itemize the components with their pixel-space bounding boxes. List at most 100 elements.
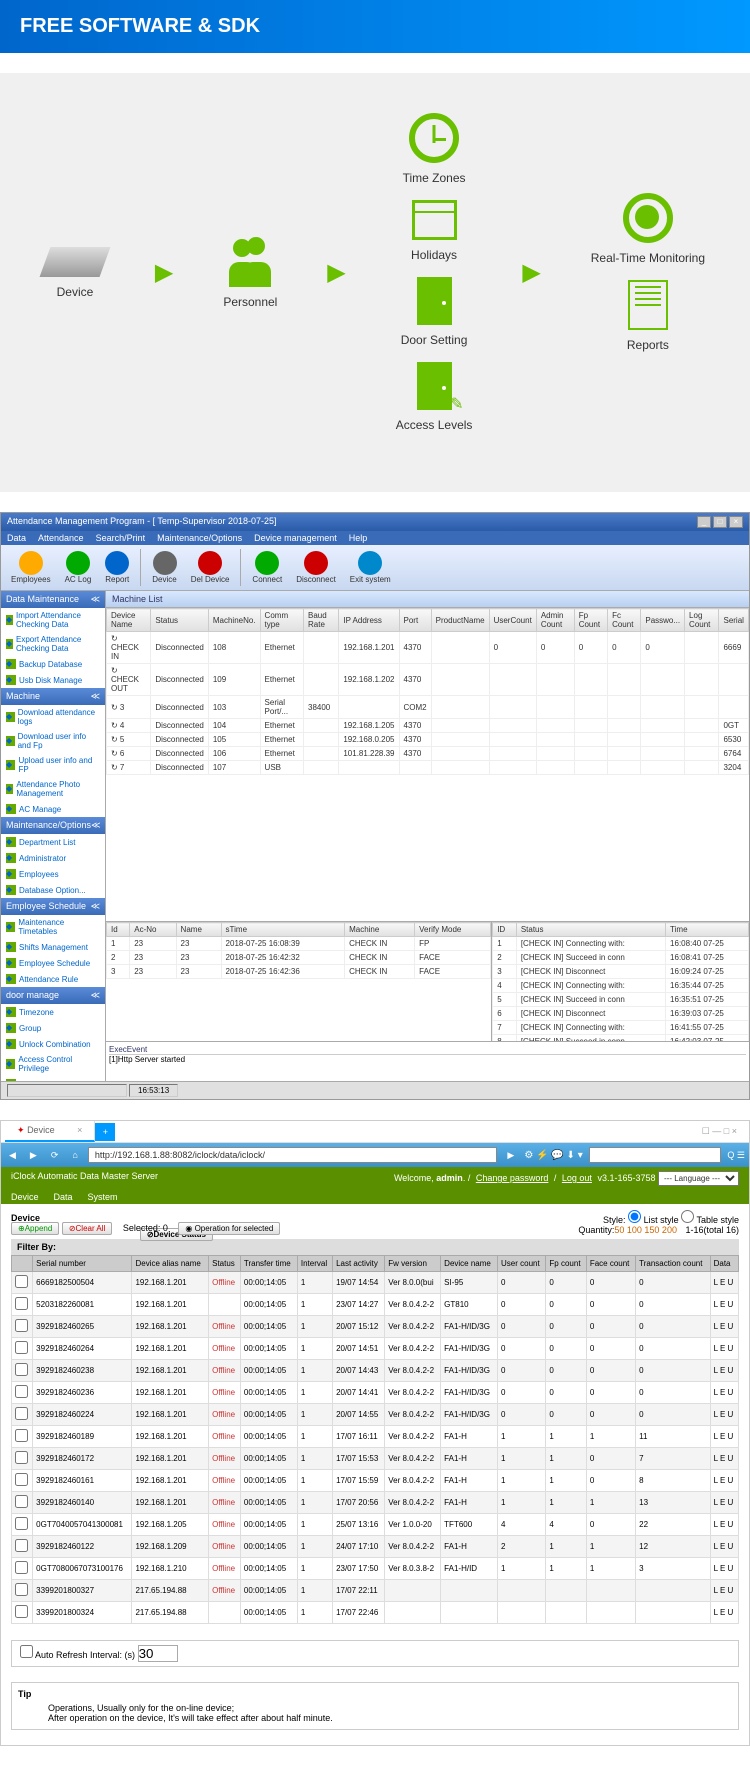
sidebar-item[interactable]: ◆Employees [1, 866, 105, 882]
machine-list-grid[interactable]: Device NameStatusMachineNo.Comm typeBaud… [106, 608, 749, 921]
toolbar-disconnect[interactable]: Disconnect [290, 549, 342, 586]
menu-item[interactable]: Data [7, 533, 26, 543]
sidebar-item[interactable]: ◆Access Control Privilege [1, 1052, 105, 1076]
table-row[interactable]: 6669182500504192.168.1.201Offline00:00;1… [12, 1272, 739, 1294]
forward-button[interactable]: ▶ [26, 1148, 41, 1163]
sidebar-item[interactable]: ◆Attendance Photo Management [1, 777, 105, 801]
sidebar-item[interactable]: ◆Import Attendance Checking Data [1, 608, 105, 632]
sidebar-item[interactable]: ◆Shifts Management [1, 939, 105, 955]
table-row[interactable]: ↻ 3Disconnected103Serial Port/...38400CO… [107, 696, 749, 719]
sidebar-item[interactable]: ◆Upload user info and FP [1, 753, 105, 777]
toolbar-exit-system[interactable]: Exit system [344, 549, 397, 586]
sidebar-section-header[interactable]: Machine≪ [1, 688, 105, 705]
status-grid[interactable]: IDStatusTime1[CHECK IN] Connecting with:… [492, 922, 749, 1041]
menu-item[interactable]: Maintenance/Options [157, 533, 242, 543]
table-row[interactable]: 3929182460122192.168.1.209Offline00:00;1… [12, 1536, 739, 1558]
sidebar-item[interactable]: ◆Download user info and Fp [1, 729, 105, 753]
sidebar-item[interactable]: ◆Administrator [1, 850, 105, 866]
toolbar-connect[interactable]: Connect [246, 549, 288, 586]
sidebar-item[interactable]: ◆Department List [1, 834, 105, 850]
nav-item[interactable]: System [88, 1192, 118, 1202]
browser-sys-icons[interactable]: ☐ — □ × [694, 1126, 745, 1137]
table-row[interactable]: 0GT7040057041300081192.168.1.205Offline0… [12, 1514, 739, 1536]
sidebar-item[interactable]: ◆Unlock Combination [1, 1036, 105, 1052]
menu-item[interactable]: Search/Print [96, 533, 146, 543]
append-button[interactable]: ⊕Append [11, 1222, 59, 1235]
toolbar-ac-log[interactable]: AC Log [59, 549, 98, 586]
sidebar-item[interactable]: ◆Attendance Rule [1, 971, 105, 987]
language-select[interactable]: --- Language --- [658, 1171, 739, 1186]
search-button[interactable]: ▶ [503, 1148, 518, 1163]
logout-link[interactable]: Log out [562, 1173, 592, 1183]
table-row[interactable]: 3929182460264192.168.1.201Offline00:00;1… [12, 1338, 739, 1360]
sidebar-section-header[interactable]: door manage≪ [1, 987, 105, 1004]
close-button[interactable]: × [729, 516, 743, 528]
sidebar-item[interactable]: ◆Group [1, 1020, 105, 1036]
table-style-radio[interactable]: Table style [681, 1215, 739, 1225]
table-row[interactable]: 5203182260081192.168.1.20100:00;14:05123… [12, 1294, 739, 1316]
table-row[interactable]: 3[CHECK IN] Disconnect16:09:24 07-25 [493, 965, 749, 979]
table-row[interactable]: 3399201800327217.65.194.88Offline00:00;1… [12, 1580, 739, 1602]
sidebar-item[interactable]: ◆Upload Options [1, 1076, 105, 1081]
browser-tab[interactable]: ✦ Device × [5, 1121, 95, 1142]
table-row[interactable]: ↻ CHECK OUTDisconnected109Ethernet192.16… [107, 664, 749, 696]
list-style-radio[interactable]: List style [628, 1215, 679, 1225]
table-row[interactable]: 0GT7080067073100176192.168.1.210Offline0… [12, 1558, 739, 1580]
table-row[interactable]: 3929182460172192.168.1.201Offline00:00;1… [12, 1448, 739, 1470]
refresh-button[interactable]: ⟳ [47, 1148, 63, 1163]
sidebar-item[interactable]: ◆Download attendance logs [1, 705, 105, 729]
table-row[interactable]: 3399201800324217.65.194.8800:00;14:05117… [12, 1602, 739, 1624]
sidebar-item[interactable]: ◆Maintenance Timetables [1, 915, 105, 939]
sidebar-section-header[interactable]: Maintenance/Options≪ [1, 817, 105, 834]
table-row[interactable]: ↻ 4Disconnected104Ethernet192.168.1.2054… [107, 719, 749, 733]
table-row[interactable]: 3929182460236192.168.1.201Offline00:00;1… [12, 1382, 739, 1404]
toolbar-del-device[interactable]: Del Device [185, 549, 236, 586]
sidebar-section-header[interactable]: Data Maintenance≪ [1, 591, 105, 608]
table-row[interactable]: 3929182460189192.168.1.201Offline00:00;1… [12, 1426, 739, 1448]
log-grid[interactable]: IdAc-NoNamesTimeMachineVerify Mode123232… [106, 922, 492, 1041]
table-row[interactable]: ↻ CHECK INDisconnected108Ethernet192.168… [107, 632, 749, 664]
interval-input[interactable] [138, 1645, 178, 1662]
auto-refresh-checkbox[interactable]: Auto Refresh Interval: (s) [20, 1650, 135, 1660]
sidebar-item[interactable]: ◆Timezone [1, 1004, 105, 1020]
sidebar-item[interactable]: ◆Export Attendance Checking Data [1, 632, 105, 656]
menu-item[interactable]: Help [349, 533, 368, 543]
table-row[interactable]: 223232018-07-25 16:42:32CHECK INFACE [107, 951, 491, 965]
table-row[interactable]: 5[CHECK IN] Succeed in conn16:35:51 07-2… [493, 993, 749, 1007]
clear-all-button[interactable]: ⊘Clear All [62, 1222, 113, 1235]
search-input[interactable] [589, 1147, 722, 1163]
menu-item[interactable]: Device management [254, 533, 337, 543]
operation-button[interactable]: ◉ Operation for selected [178, 1222, 280, 1235]
table-row[interactable]: 123232018-07-25 16:08:39CHECK INFP [107, 937, 491, 951]
table-row[interactable]: 1[CHECK IN] Connecting with:16:08:40 07-… [493, 937, 749, 951]
sidebar-item[interactable]: ◆Employee Schedule [1, 955, 105, 971]
sidebar-item[interactable]: ◆Usb Disk Manage [1, 672, 105, 688]
home-button[interactable]: ⌂ [68, 1148, 81, 1162]
table-row[interactable]: 3929182460224192.168.1.201Offline00:00;1… [12, 1404, 739, 1426]
table-row[interactable]: 6[CHECK IN] Disconnect16:39:03 07-25 [493, 1007, 749, 1021]
maximize-button[interactable]: □ [713, 516, 727, 528]
new-tab-button[interactable]: + [95, 1123, 115, 1141]
table-row[interactable]: 7[CHECK IN] Connecting with:16:41:55 07-… [493, 1021, 749, 1035]
nav-item[interactable]: Data [54, 1192, 73, 1202]
table-row[interactable]: 3929182460238192.168.1.201Offline00:00;1… [12, 1360, 739, 1382]
device-table[interactable]: Serial numberDevice alias nameStatusTran… [11, 1255, 739, 1624]
table-row[interactable]: ↻ 5Disconnected105Ethernet192.168.0.2054… [107, 733, 749, 747]
back-button[interactable]: ◀ [5, 1148, 20, 1163]
table-row[interactable]: 3929182460265192.168.1.201Offline00:00;1… [12, 1316, 739, 1338]
menu-item[interactable]: Attendance [38, 533, 84, 543]
table-row[interactable]: 3929182460161192.168.1.201Offline00:00;1… [12, 1470, 739, 1492]
change-password-link[interactable]: Change password [476, 1173, 549, 1183]
table-row[interactable]: ↻ 7Disconnected107USB3204 [107, 761, 749, 775]
table-row[interactable]: 4[CHECK IN] Connecting with:16:35:44 07-… [493, 979, 749, 993]
table-row[interactable]: 3929182460140192.168.1.201Offline00:00;1… [12, 1492, 739, 1514]
toolbar-employees[interactable]: Employees [5, 549, 57, 586]
table-row[interactable]: 2[CHECK IN] Succeed in conn16:08:41 07-2… [493, 951, 749, 965]
minimize-button[interactable]: _ [697, 516, 711, 528]
sidebar-item[interactable]: ◆Backup Database [1, 656, 105, 672]
table-row[interactable]: ↻ 6Disconnected106Ethernet101.81.228.394… [107, 747, 749, 761]
sidebar-item[interactable]: ◆Database Option... [1, 882, 105, 898]
sidebar-section-header[interactable]: Employee Schedule≪ [1, 898, 105, 915]
table-row[interactable]: 323232018-07-25 16:42:36CHECK INFACE [107, 965, 491, 979]
nav-item[interactable]: Device [11, 1192, 39, 1202]
